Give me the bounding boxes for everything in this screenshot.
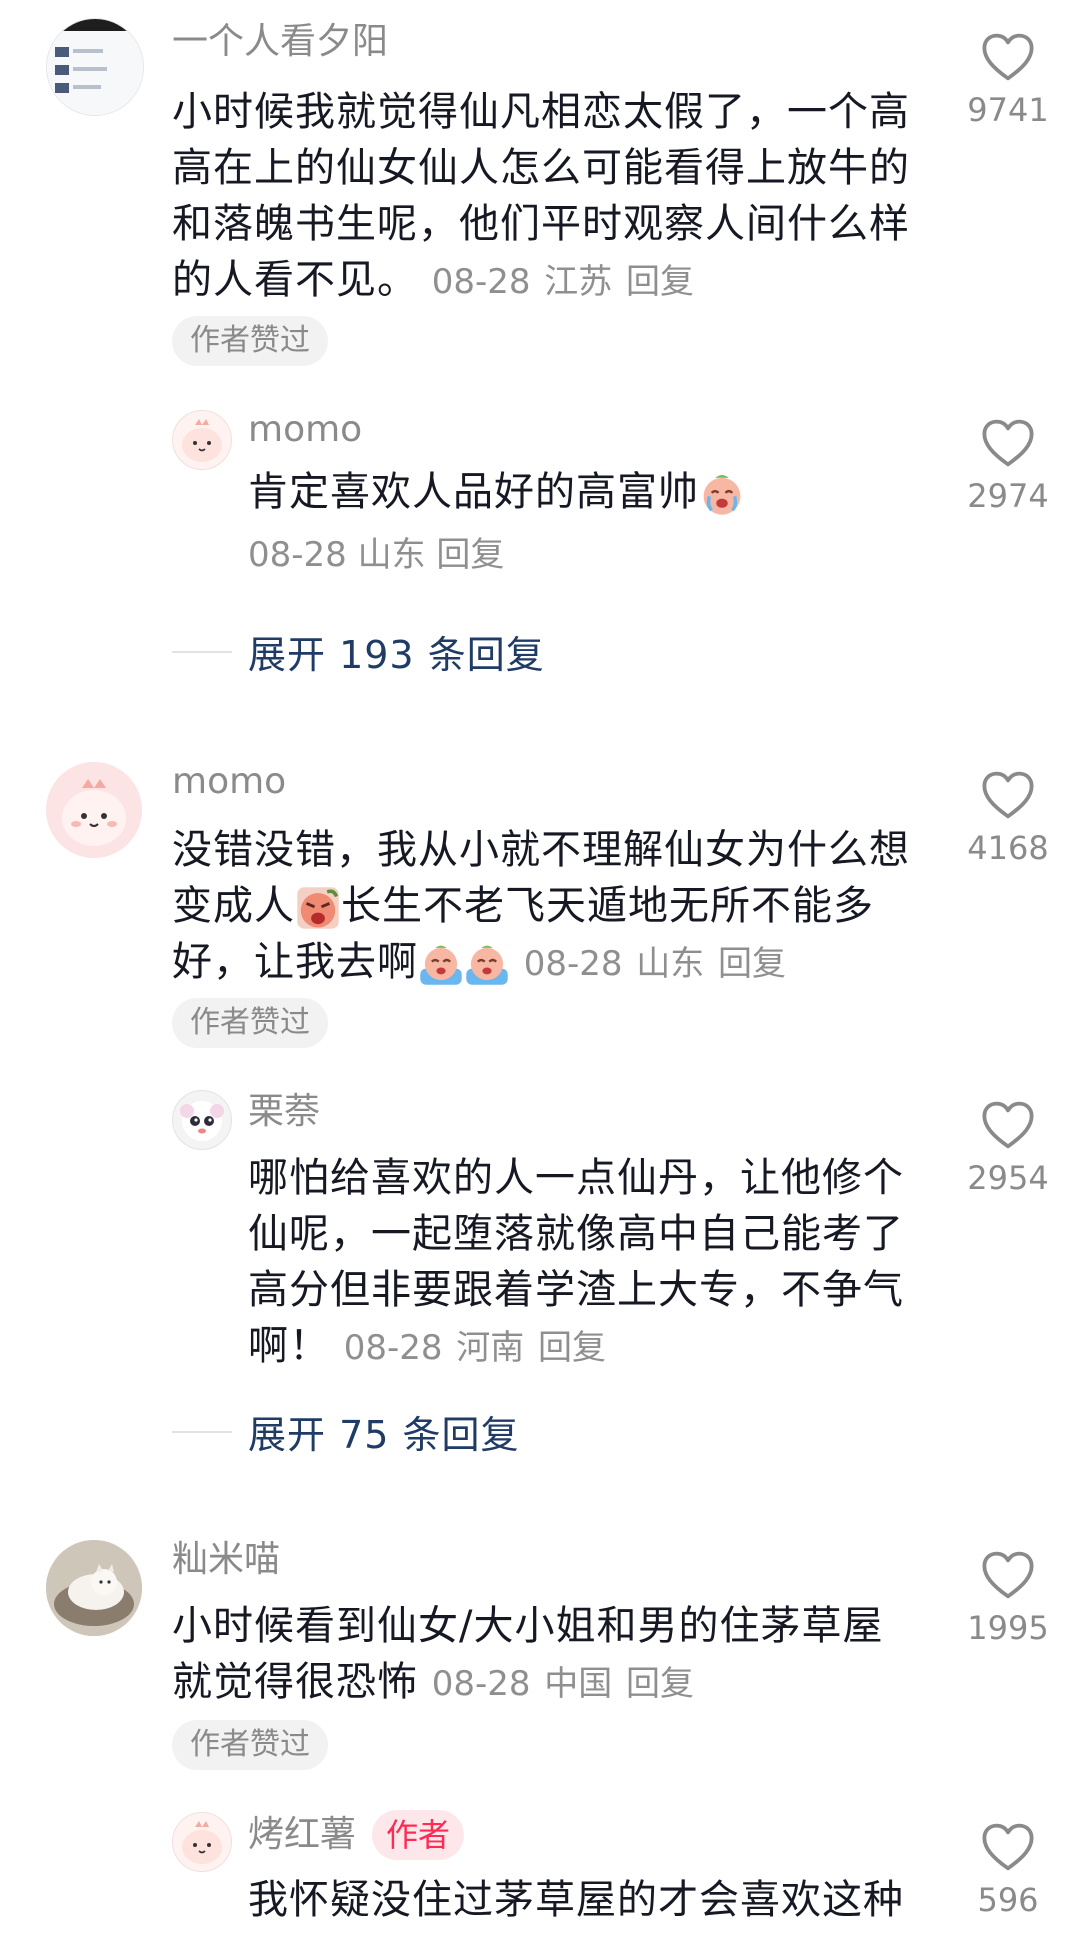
heart-outline-icon <box>981 1100 1035 1150</box>
avatar[interactable] <box>46 1540 142 1636</box>
like-button[interactable]: 1995 <box>948 1550 1068 1648</box>
avatar[interactable] <box>46 762 142 858</box>
like-count: 1995 <box>967 1609 1049 1647</box>
heart-outline-icon <box>981 1550 1035 1600</box>
reply-meta: 08-28 山东 回复 <box>248 530 504 580</box>
reply-location: 山东 <box>357 535 426 575</box>
username[interactable]: 籼米喵 <box>172 1538 280 1582</box>
reply-button[interactable]: 回复 <box>626 262 694 302</box>
heart-outline-icon <box>981 32 1035 82</box>
like-button[interactable]: 9741 <box>948 32 1068 130</box>
reply-button[interactable]: 回复 <box>718 944 786 984</box>
expand-replies-label: 展开 193 条回复 <box>248 633 545 677</box>
username-label[interactable]: 烤红薯 <box>248 1814 356 1855</box>
divider <box>172 1430 232 1433</box>
like-count: 596 <box>977 1881 1039 1919</box>
like-count: 9741 <box>967 91 1049 129</box>
username[interactable]: momo <box>172 760 286 804</box>
heart-outline-icon <box>981 1822 1035 1872</box>
reply-button[interactable]: 回复 <box>626 1664 694 1704</box>
reply-body: 我怀疑没住过茅草屋的才会喜欢这种 <box>248 1877 904 1923</box>
expand-replies-label: 展开 75 条回复 <box>248 1413 520 1457</box>
like-count: 2954 <box>967 1159 1049 1197</box>
like-button[interactable]: 4168 <box>948 770 1068 868</box>
author-liked-badge: 作者赞过 <box>172 316 328 366</box>
heart-outline-icon <box>981 418 1035 468</box>
reply-button[interactable]: 回复 <box>436 535 504 575</box>
avatar[interactable] <box>46 18 144 116</box>
avatar[interactable] <box>172 1812 232 1872</box>
comment-location: 山东 <box>636 944 705 984</box>
like-button[interactable]: 2954 <box>948 1100 1068 1198</box>
avatar[interactable] <box>172 410 232 470</box>
like-button[interactable]: 2974 <box>948 418 1068 516</box>
reply-body: 肯定喜欢人品好的高富帅 <box>248 469 699 515</box>
comment-text: 没错没错，我从小就不理解仙女为什么想变成人 长生不老飞天遁地无所不能多好，让我去啊… <box>172 822 912 992</box>
reply-button[interactable]: 回复 <box>538 1328 606 1368</box>
reply-location: 河南 <box>456 1328 525 1368</box>
sobbing-face-emoji <box>464 941 510 987</box>
like-button[interactable]: 596 <box>948 1822 1068 1920</box>
comment-location: 中国 <box>544 1664 613 1704</box>
author-badge: 作者 <box>372 1810 465 1860</box>
author-liked-badge: 作者赞过 <box>172 998 328 1048</box>
comment-date: 08-28 <box>431 1664 531 1704</box>
comment-body: 小时候我就觉得仙凡相恋太假了，一个高高在上的仙女仙人怎么可能看得上放牛的和落魄书… <box>172 89 910 303</box>
like-count: 4168 <box>967 829 1049 867</box>
heart-outline-icon <box>981 770 1035 820</box>
comment-text: 小时候看到仙女/大小姐和男的住茅草屋就觉得很恐怖 08-28 中国 回复 <box>172 1598 912 1712</box>
username[interactable]: momo <box>248 408 362 452</box>
reply-text: 肯定喜欢人品好的高富帅 <box>248 464 908 520</box>
username: 烤红薯 作者 <box>248 1810 465 1860</box>
expand-replies-button[interactable]: 展开 75 条回复 <box>172 1404 520 1457</box>
avatar[interactable] <box>172 1090 232 1150</box>
comment-location: 江苏 <box>544 262 613 302</box>
comment-text: 小时候我就觉得仙凡相恋太假了，一个高高在上的仙女仙人怎么可能看得上放牛的和落魄书… <box>172 84 912 310</box>
reply-text: 我怀疑没住过茅草屋的才会喜欢这种 <box>248 1872 918 1928</box>
comment-date: 08-28 <box>431 262 531 302</box>
crying-face-emoji <box>699 471 745 517</box>
username[interactable]: 一个人看夕阳 <box>172 20 388 64</box>
like-count: 2974 <box>967 477 1049 515</box>
reply-date: 08-28 <box>343 1328 443 1368</box>
reply-date: 08-28 <box>248 535 347 575</box>
username[interactable]: 栗萘 <box>248 1090 320 1134</box>
angry-face-emoji <box>295 885 341 931</box>
sobbing-face-emoji <box>418 941 464 987</box>
reply-text: 哪怕给喜欢的人一点仙丹，让他修个仙呢，一起堕落就像高中自己能考了高分但非要跟着学… <box>248 1150 918 1376</box>
author-liked-badge: 作者赞过 <box>172 1720 328 1770</box>
expand-replies-button[interactable]: 展开 193 条回复 <box>172 624 545 677</box>
divider <box>172 650 232 653</box>
comment-date: 08-28 <box>523 944 623 984</box>
